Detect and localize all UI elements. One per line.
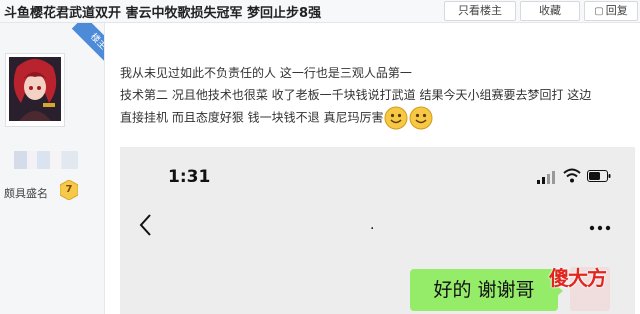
reply-label: 回复: [605, 4, 628, 17]
level-number: 7: [65, 184, 73, 195]
thread-title: 斗鱼樱花君武道双开 害云中牧歌损失冠军 梦回止步8强: [4, 6, 322, 21]
status-time: 1:31: [168, 167, 211, 187]
username-blurred: [14, 151, 78, 169]
avatar: [9, 57, 61, 121]
back-chevron-icon[interactable]: [138, 213, 154, 237]
post-line-3-text: 直接挂机 而且态度好狠 钱一块钱不退 真尼玛厉害: [120, 110, 384, 125]
signal-icon: [537, 171, 555, 184]
rank-title: 颇具盛名: [4, 187, 48, 200]
favorite-button[interactable]: 收藏: [520, 1, 580, 21]
chat-title: .: [370, 217, 375, 233]
message-text: 好的 谢谢哥: [433, 279, 535, 301]
avatar-frame[interactable]: [5, 53, 65, 127]
smile-emoji-icon: [409, 106, 433, 130]
site-watermark: 傻大方: [549, 266, 607, 290]
reply-icon: ▢: [594, 6, 604, 17]
post-line-3: 直接挂机 而且态度好狠 钱一块钱不退 真尼玛厉害: [120, 106, 630, 130]
wifi-icon: [563, 168, 581, 183]
thread-header: 斗鱼樱花君武道双开 害云中牧歌损失冠军 梦回止步8强 只看楼主 收藏 ▢ 回复: [0, 0, 640, 23]
more-options-icon[interactable]: [589, 225, 611, 231]
smile-emoji-icon: [384, 106, 408, 130]
message-bubble: 好的 谢谢哥: [410, 269, 558, 311]
avatar-image: [9, 57, 61, 121]
post-line-1: 我从未见过如此不负责任的人 这一行也是三观人品第一: [120, 66, 412, 80]
status-icons: [537, 168, 613, 184]
post-body: 我从未见过如此不负责任的人 这一行也是三观人品第一 技术第二 况且他技术也很菜 …: [120, 62, 630, 130]
only-op-button[interactable]: 只看楼主: [444, 1, 516, 21]
author-sidebar: 楼主 颇具盛名 7: [0, 23, 105, 314]
op-badge: 楼主: [71, 23, 104, 69]
post-line-2: 技术第二 况且他技术也很菜 收了老板一千块钱说打武道 结果今天小组赛要去梦回打 …: [120, 88, 592, 102]
reply-button[interactable]: ▢ 回复: [584, 1, 638, 21]
battery-icon: [587, 170, 611, 182]
level-badge: 7: [59, 179, 79, 201]
